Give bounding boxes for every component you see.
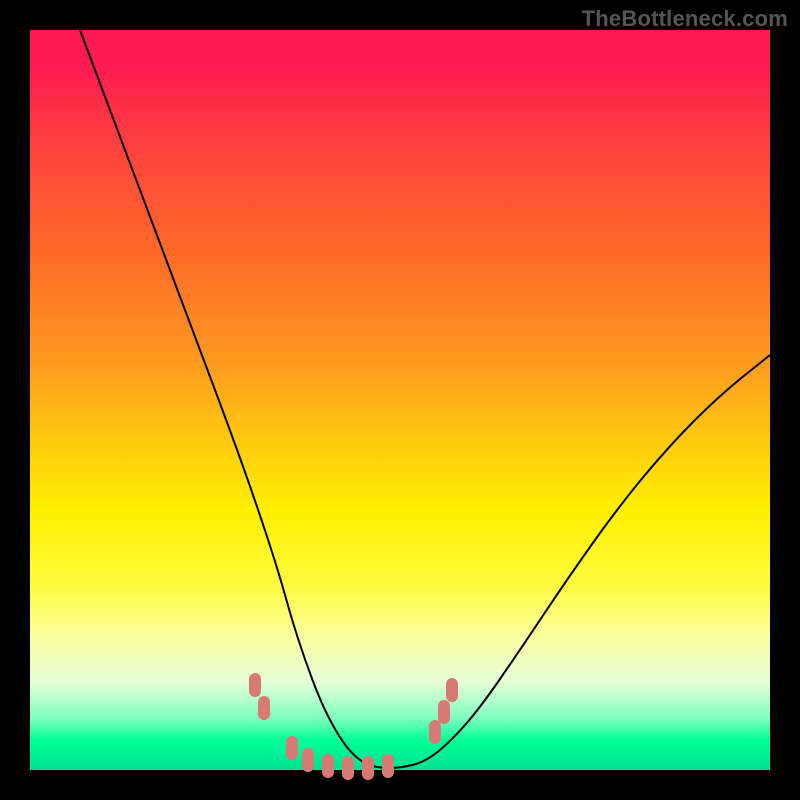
curve-marker bbox=[446, 678, 458, 702]
chart-container: TheBottleneck.com bbox=[0, 0, 800, 800]
curve-marker bbox=[249, 673, 261, 697]
curve-marker bbox=[438, 700, 450, 724]
watermark-text: TheBottleneck.com bbox=[582, 6, 788, 32]
curve-marker bbox=[322, 754, 334, 778]
curve-svg bbox=[30, 30, 770, 770]
curve-marker bbox=[362, 756, 374, 780]
curve-marker bbox=[429, 720, 441, 744]
curve-marker bbox=[258, 696, 270, 720]
curve-marker bbox=[342, 756, 354, 780]
curve-marker bbox=[302, 748, 314, 772]
curve-marker bbox=[286, 736, 298, 760]
plot-area bbox=[30, 30, 770, 770]
marker-group bbox=[249, 673, 458, 780]
curve-marker bbox=[382, 754, 394, 778]
bottleneck-curve bbox=[80, 30, 770, 768]
